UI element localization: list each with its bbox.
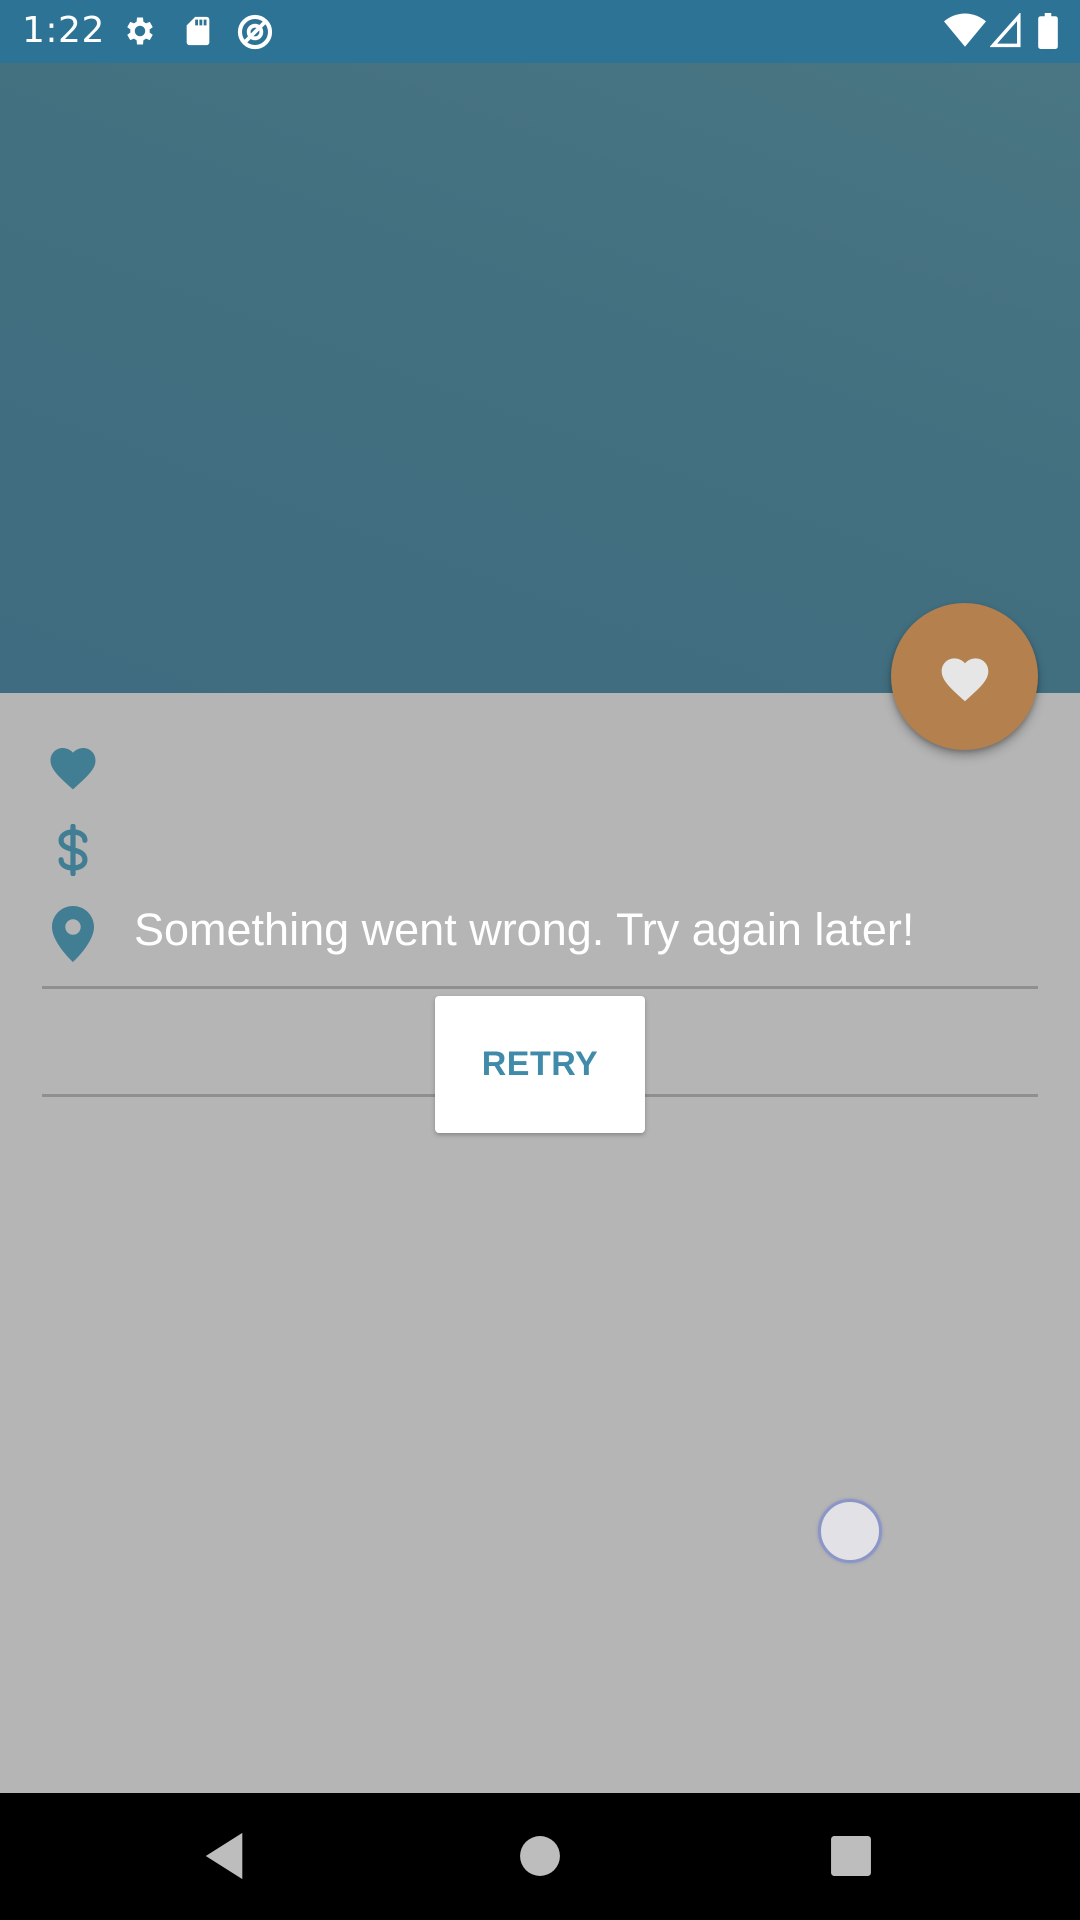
sd-card-icon bbox=[186, 16, 210, 46]
navigation-bar bbox=[0, 1793, 1080, 1920]
gear-icon bbox=[127, 17, 153, 45]
status-bar: 1:22 bbox=[0, 0, 1080, 63]
retry-button[interactable]: RETRY bbox=[435, 996, 645, 1133]
touch-indicator bbox=[818, 1499, 882, 1563]
favorite-fab-button[interactable] bbox=[891, 603, 1038, 750]
header-image bbox=[0, 63, 1080, 693]
recents-icon[interactable] bbox=[830, 1835, 872, 1877]
home-icon[interactable] bbox=[519, 1835, 561, 1877]
back-icon[interactable] bbox=[203, 1831, 247, 1881]
error-message: Something went wrong. Try again later! bbox=[134, 904, 915, 955]
wifi-icon bbox=[944, 13, 986, 47]
divider-top bbox=[42, 986, 1038, 989]
dollar-icon bbox=[58, 824, 88, 876]
status-time: 1:22 bbox=[22, 10, 105, 51]
heart-icon bbox=[941, 657, 988, 701]
no-disturb-icon bbox=[237, 14, 273, 50]
heart-icon bbox=[50, 748, 96, 790]
signal-icon bbox=[990, 13, 1021, 48]
battery-icon bbox=[1038, 13, 1058, 49]
retry-button-label: RETRY bbox=[481, 1045, 599, 1083]
location-pin-icon bbox=[52, 906, 94, 962]
